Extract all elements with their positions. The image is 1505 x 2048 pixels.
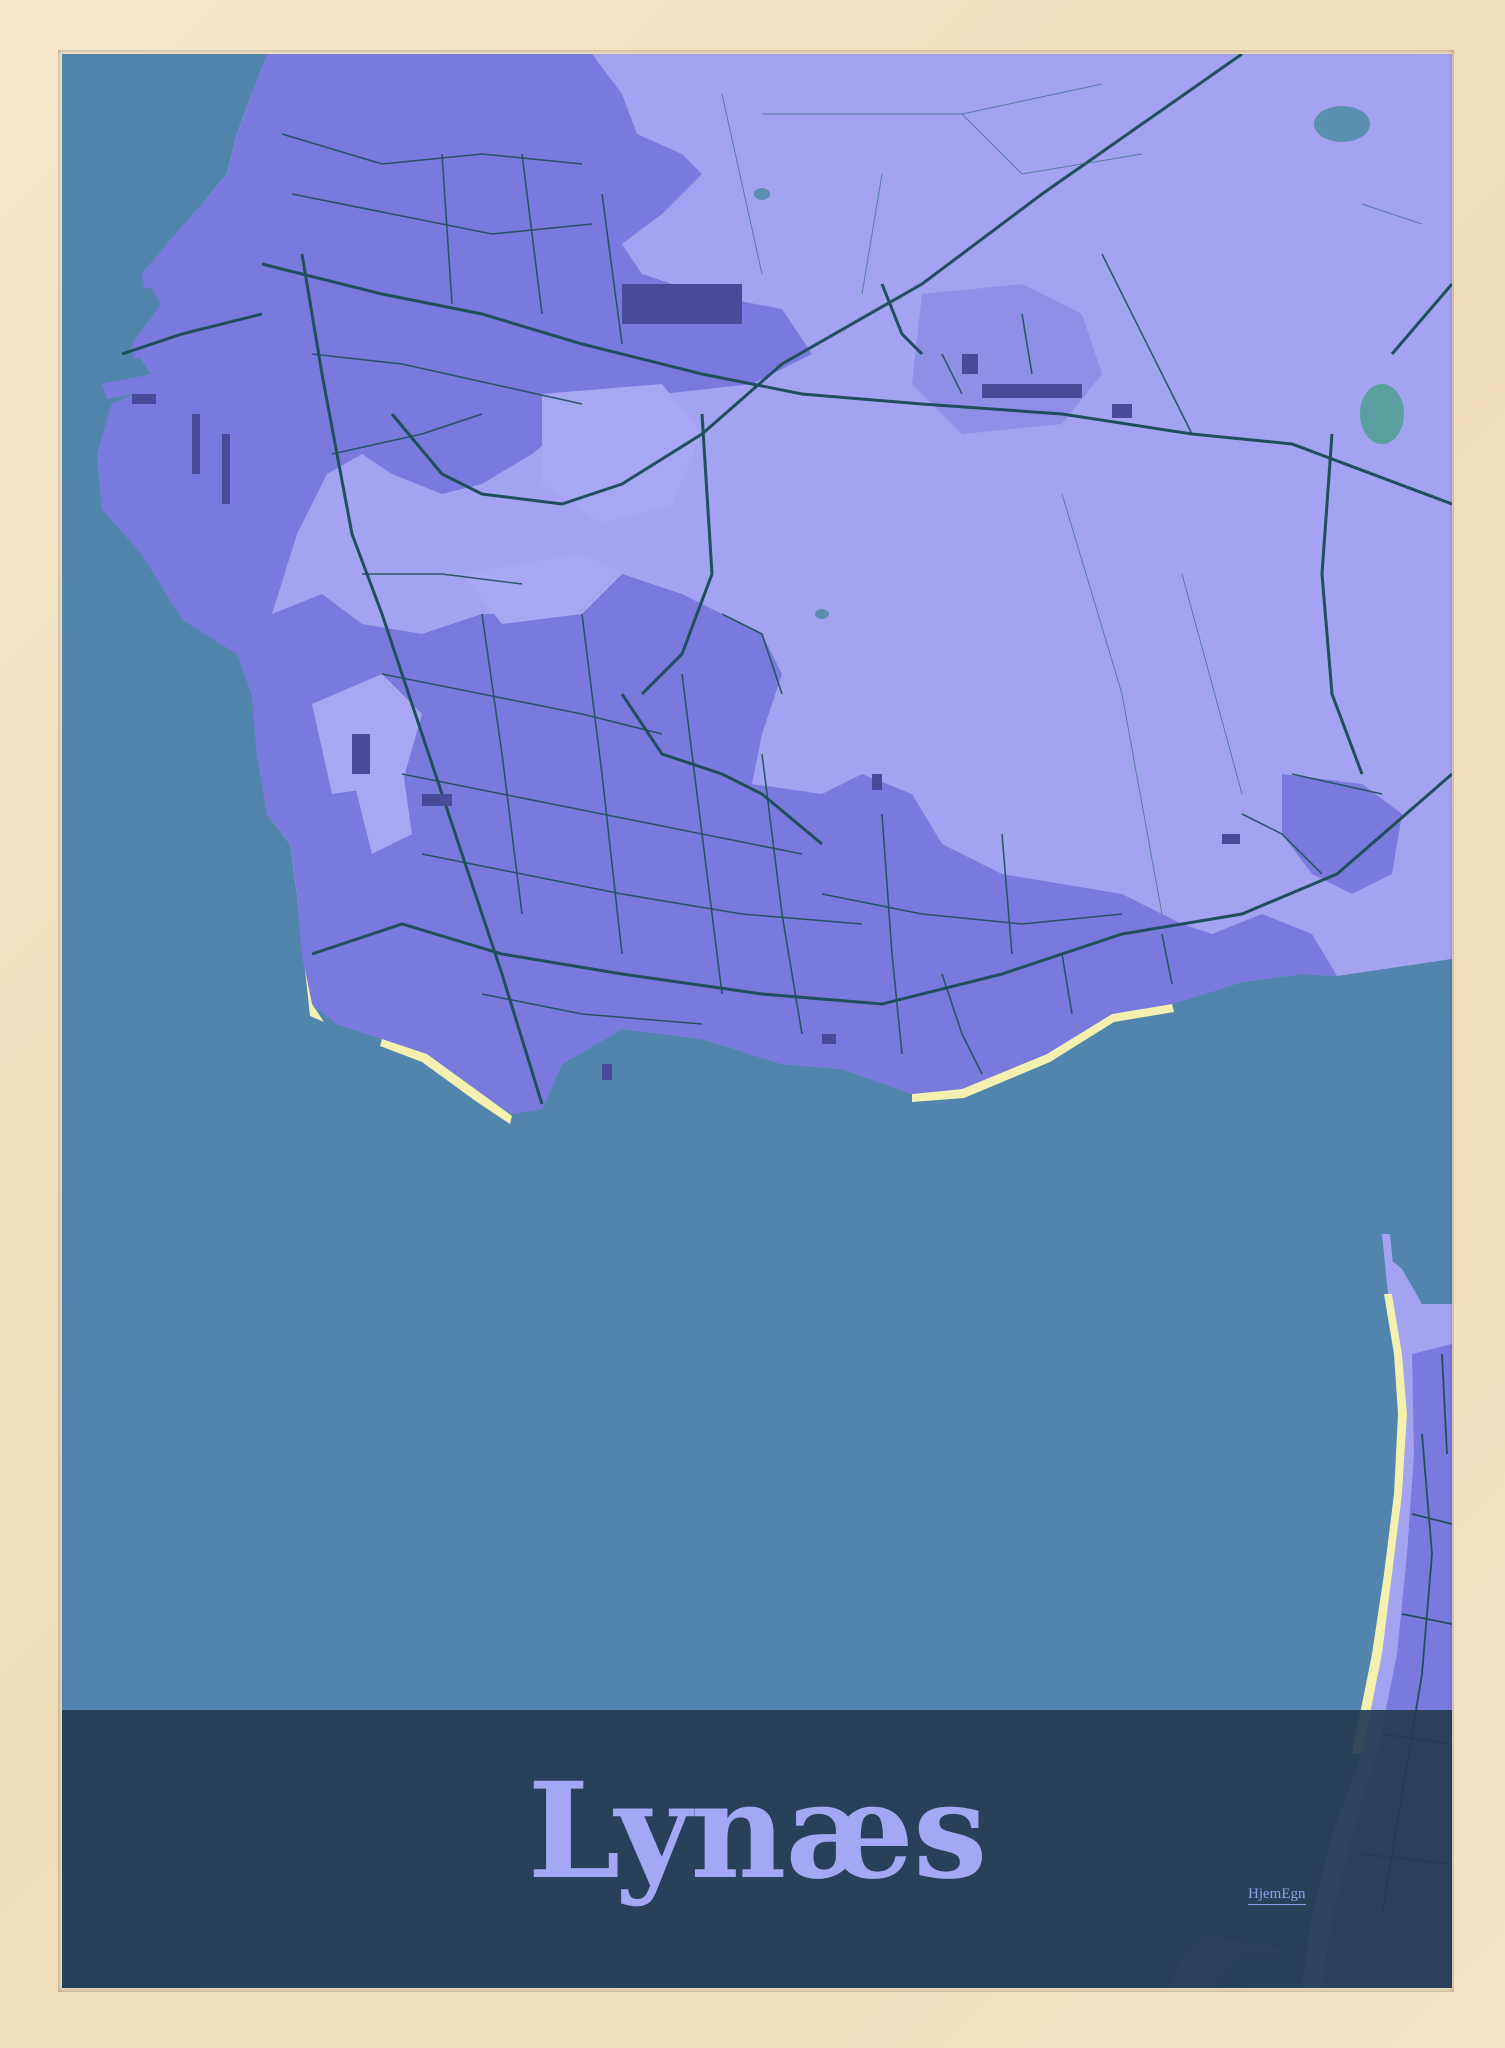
wooden-frame: Lynæs HjemEgn xyxy=(0,0,1505,2048)
map-canvas xyxy=(62,54,1452,1988)
pond-east xyxy=(1360,384,1404,444)
poster-title: Lynæs xyxy=(527,1754,988,1909)
pond-small-1 xyxy=(754,188,770,200)
pond-small-2 xyxy=(815,609,829,619)
brand-logo: HjemEgn xyxy=(1248,1886,1306,1905)
map-poster: Lynæs HjemEgn xyxy=(62,54,1452,1988)
pond-northeast xyxy=(1314,106,1370,142)
